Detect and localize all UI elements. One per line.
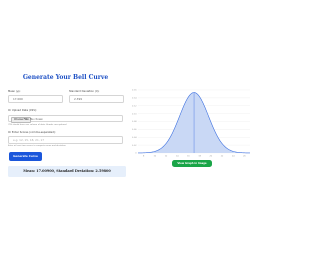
csv-file-input[interactable]: Choose File No file chosen (8, 115, 123, 124)
mean-input[interactable]: 17.000 (8, 95, 63, 103)
file-status: No file chosen (26, 117, 43, 121)
y-tick-label: 0.04 (132, 137, 137, 139)
y-tick-label: 0.16 (132, 90, 137, 92)
x-tick-label: 10 (154, 156, 157, 158)
view-graph-button[interactable]: View Graph in Image (172, 160, 212, 167)
x-tick-label: 16 (187, 156, 190, 158)
y-tick-label: 0.12 (132, 105, 137, 107)
x-axis-ticks: 8 10 12 14 16 18 20 22 24 26 (143, 156, 246, 158)
y-tick-label: 0 (135, 153, 137, 155)
upload-label: Or Upload Data (CSV): (8, 109, 37, 112)
y-tick-label: 0.10 (132, 113, 137, 115)
x-tick-label: 22 (221, 156, 224, 158)
bell-curve-chart: 0.16 0.14 0.12 0.10 0.08 0.06 0.04 0.02 0 8 10 12 1… (132, 90, 250, 158)
upload-hint: CSV should have one column of data. Head… (8, 124, 68, 126)
mean-label: Mean (μ): (8, 90, 21, 93)
scores-label: Or Enter Scores (comma-separated): (8, 131, 56, 134)
page-title: Generate Your Bell Curve (22, 74, 109, 81)
scores-input[interactable]: e.g. 12, 15, 18, 21, 17 (8, 136, 123, 144)
x-tick-label: 8 (143, 156, 145, 158)
y-axis-ticks: 0.16 0.14 0.12 0.10 0.08 0.06 0.04 0.02 0 (132, 90, 137, 155)
scores-hint: Enter at least two scores to compute mea… (8, 145, 67, 147)
y-tick-label: 0.08 (132, 121, 137, 123)
x-tick-label: 14 (176, 156, 179, 158)
x-tick-label: 20 (210, 156, 213, 158)
stats-result: Mean: 17.00900, Standard Deviation: 2.59… (8, 166, 126, 177)
generate-curve-button[interactable]: Generate Curve (9, 152, 42, 161)
y-tick-label: 0.06 (132, 129, 137, 131)
x-tick-label: 18 (198, 156, 201, 158)
sd-label: Standard Deviation (σ): (69, 90, 100, 93)
bell-curve-form: Generate Your Bell Curve Mean (μ): 17.00… (5, 74, 126, 182)
x-tick-label: 12 (165, 156, 168, 158)
sd-input[interactable]: 2.399 (69, 95, 124, 103)
x-tick-label: 26 (243, 156, 246, 158)
y-tick-label: 0.02 (132, 145, 137, 147)
x-tick-label: 24 (232, 156, 235, 158)
y-tick-label: 0.14 (132, 98, 137, 100)
